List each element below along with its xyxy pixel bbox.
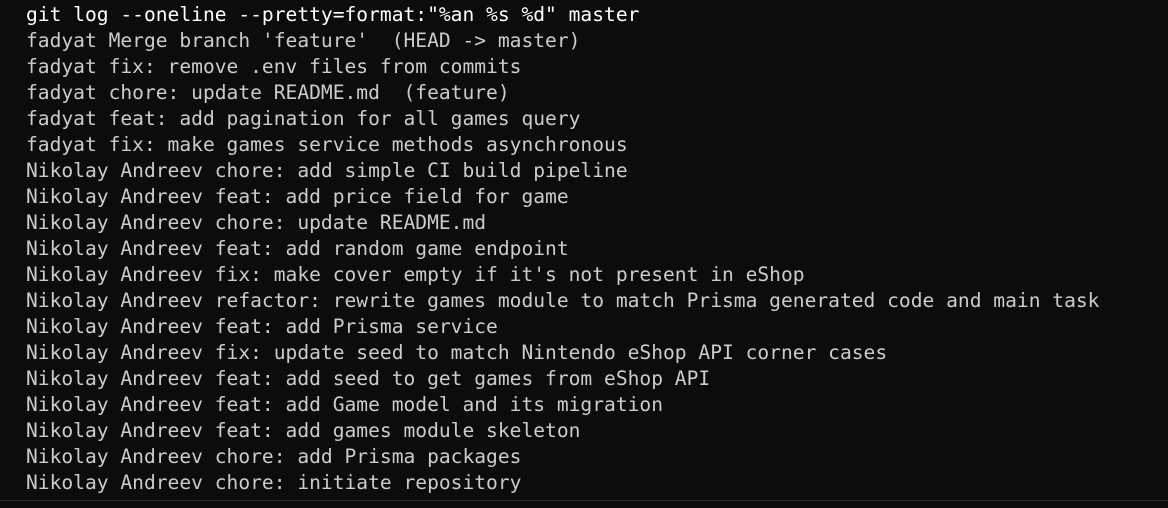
log-line: fadyat fix: remove .env files from commi… (26, 55, 522, 78)
terminal-output: git log --oneline --pretty=format:"%an %… (26, 2, 1099, 496)
log-line: fadyat feat: add pagination for all game… (26, 107, 581, 130)
log-line: Nikolay Andreev chore: add simple CI bui… (26, 159, 628, 182)
log-line: Nikolay Andreev feat: add Prisma service (26, 315, 498, 338)
log-line: Nikolay Andreev chore: update README.md (26, 211, 487, 234)
log-line: Nikolay Andreev feat: add price field fo… (26, 185, 569, 208)
log-line: Nikolay Andreev fix: update seed to matc… (26, 341, 888, 364)
log-line: Nikolay Andreev chore: add Prisma packag… (26, 445, 522, 468)
log-line: Nikolay Andreev feat: add Game model and… (26, 393, 664, 416)
log-line: Nikolay Andreev feat: add random game en… (26, 237, 569, 260)
log-line: fadyat fix: make games service methods a… (26, 133, 628, 156)
log-line: Nikolay Andreev chore: initiate reposito… (26, 471, 522, 494)
log-line: Nikolay Andreev refactor: rewrite games … (26, 289, 1100, 312)
terminal-bottom-divider (0, 500, 1168, 501)
log-line: fadyat Merge branch 'feature' (HEAD -> m… (26, 29, 581, 52)
log-line: Nikolay Andreev feat: add games module s… (26, 419, 581, 442)
log-line: Nikolay Andreev fix: make cover empty if… (26, 263, 805, 286)
terminal-window[interactable]: git log --oneline --pretty=format:"%an %… (0, 0, 1168, 508)
log-line: fadyat chore: update README.md (feature) (26, 81, 510, 104)
log-line: Nikolay Andreev feat: add seed to get ga… (26, 367, 711, 390)
command-line: git log --oneline --pretty=format:"%an %… (26, 3, 640, 26)
